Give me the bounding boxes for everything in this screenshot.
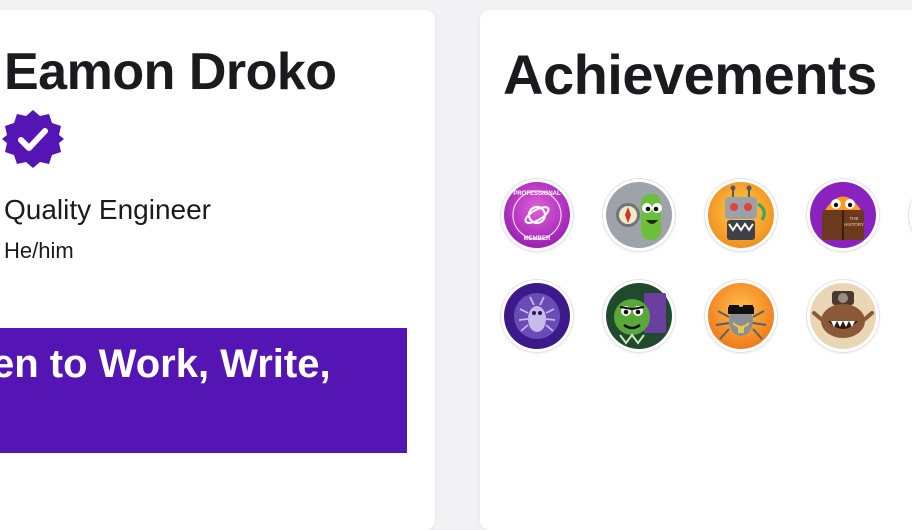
- pronouns: He/him: [4, 238, 74, 263]
- professional-member-badge-icon: PROFESSIONAL MEMBER: [504, 182, 570, 248]
- achievement-badge-sunglasses-spider[interactable]: [705, 280, 777, 352]
- monster-badge-icon: [606, 283, 672, 349]
- camera-monster-badge-icon: [810, 283, 876, 349]
- achievement-badge-camera-monster[interactable]: [807, 280, 879, 352]
- profile-name: Eamon Droko: [4, 43, 337, 101]
- profile-banner[interactable]: en to Work, Write,: [0, 328, 407, 453]
- achievements-heading: Achievements: [503, 43, 877, 106]
- banner-text: en to Work, Write,: [0, 342, 331, 386]
- book-reader-badge-icon: THE HISTORY: [810, 182, 876, 248]
- bug-badge-icon: [504, 283, 570, 349]
- job-title: Quality Engineer: [4, 194, 212, 225]
- svg-text:THE: THE: [850, 216, 859, 221]
- achievement-badge-robot[interactable]: [705, 179, 777, 251]
- sunglasses-spider-badge-icon: [708, 283, 774, 349]
- svg-text:HISTORY: HISTORY: [844, 222, 864, 227]
- achievement-badge-professional-member[interactable]: PROFESSIONAL MEMBER: [501, 179, 573, 251]
- achievement-badge-bug[interactable]: [501, 280, 573, 352]
- svg-text:MEMBER: MEMBER: [524, 236, 551, 242]
- profile-card: Eamon Droko Quality Engineer He/him en t…: [0, 10, 435, 530]
- achievement-badge-compass[interactable]: [603, 179, 675, 251]
- achievements-card: Achievements PROFESSIONAL MEMBER THE HIS…: [480, 10, 912, 530]
- achievement-badge-book-reader[interactable]: THE HISTORY: [807, 179, 879, 251]
- robot-badge-icon: [708, 182, 774, 248]
- achievement-badge-monster[interactable]: [603, 280, 675, 352]
- svg-text:PROFESSIONAL: PROFESSIONAL: [513, 191, 561, 197]
- verified-badge-icon: [2, 110, 64, 168]
- compass-explorer-badge-icon: [606, 182, 672, 248]
